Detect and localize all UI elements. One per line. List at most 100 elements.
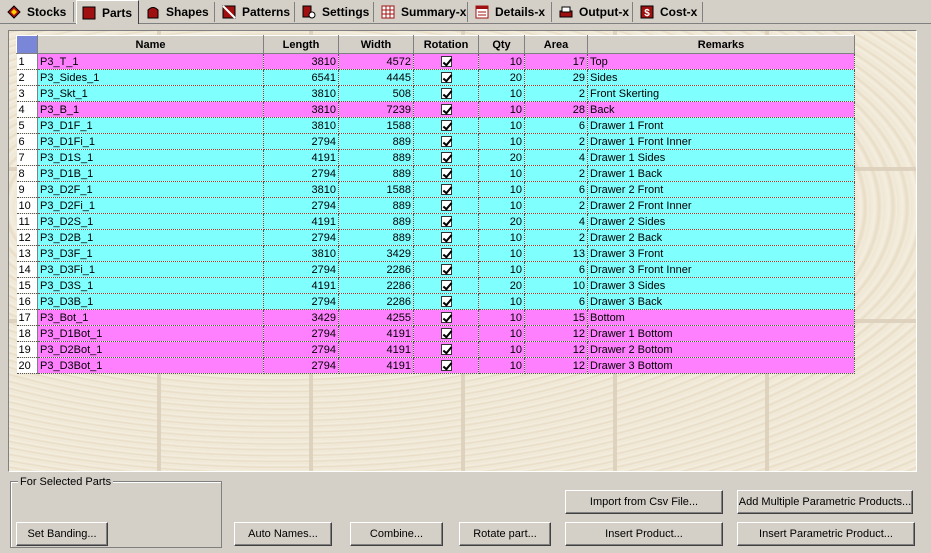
cell-name[interactable]: P3_D2S_1 [37, 213, 264, 230]
table-row[interactable]: 8 P3_D1B_1 2794 889 10 2 Drawer 1 Back [16, 165, 855, 182]
row-number[interactable]: 3 [16, 85, 38, 102]
tab-patterns[interactable]: Patterns [217, 2, 295, 22]
cell-area[interactable]: 6 [524, 117, 588, 134]
rotation-checkbox[interactable] [440, 328, 452, 340]
cell-area[interactable]: 2 [524, 165, 588, 182]
cell-length[interactable]: 3810 [263, 245, 339, 262]
tab-output[interactable]: Output-x [554, 2, 633, 22]
rotation-checkbox[interactable] [440, 296, 452, 308]
row-number[interactable]: 12 [16, 229, 38, 246]
cell-rotation[interactable] [413, 245, 479, 262]
cell-width[interactable]: 508 [338, 85, 414, 102]
cell-width[interactable]: 2286 [338, 277, 414, 294]
grid-corner[interactable] [16, 35, 38, 54]
cell-name[interactable]: P3_D1Fi_1 [37, 133, 264, 150]
cell-width[interactable]: 889 [338, 229, 414, 246]
cell-rotation[interactable] [413, 277, 479, 294]
cell-width[interactable]: 4191 [338, 341, 414, 358]
cell-length[interactable]: 2794 [263, 133, 339, 150]
cell-remarks[interactable]: Drawer 3 Front [587, 245, 855, 262]
column-header-width[interactable]: Width [338, 35, 414, 54]
cell-name[interactable]: P3_Sides_1 [37, 69, 264, 86]
rotation-checkbox[interactable] [440, 200, 452, 212]
rotation-checkbox[interactable] [440, 216, 452, 228]
cell-qty[interactable]: 10 [478, 261, 525, 278]
row-number[interactable]: 7 [16, 149, 38, 166]
row-number[interactable]: 6 [16, 133, 38, 150]
cell-area[interactable]: 13 [524, 245, 588, 262]
cell-area[interactable]: 6 [524, 261, 588, 278]
rotation-checkbox[interactable] [440, 248, 452, 260]
cell-length[interactable]: 3810 [263, 85, 339, 102]
table-row[interactable]: 20 P3_D3Bot_1 2794 4191 10 12 Drawer 3 Bottom [16, 357, 855, 374]
tab-parts[interactable]: Parts [76, 0, 139, 24]
rotation-checkbox[interactable] [440, 264, 452, 276]
cell-rotation[interactable] [413, 197, 479, 214]
cell-qty[interactable]: 10 [478, 229, 525, 246]
table-row[interactable]: 19 P3_D2Bot_1 2794 4191 10 12 Drawer 2 Bottom [16, 341, 855, 358]
cell-width[interactable]: 4445 [338, 69, 414, 86]
cell-remarks[interactable]: Drawer 3 Front Inner [587, 261, 855, 278]
cell-name[interactable]: P3_D3B_1 [37, 293, 264, 310]
cell-length[interactable]: 2794 [263, 261, 339, 278]
cell-qty[interactable]: 10 [478, 53, 525, 70]
cell-width[interactable]: 7239 [338, 101, 414, 118]
row-number[interactable]: 16 [16, 293, 38, 310]
table-row[interactable]: 16 P3_D3B_1 2794 2286 10 6 Drawer 3 Back [16, 293, 855, 310]
column-header-length[interactable]: Length [263, 35, 339, 54]
cell-name[interactable]: P3_D1B_1 [37, 165, 264, 182]
cell-qty[interactable]: 20 [478, 213, 525, 230]
cell-area[interactable]: 6 [524, 293, 588, 310]
table-row[interactable]: 14 P3_D3Fi_1 2794 2286 10 6 Drawer 3 Front Inn… [16, 261, 855, 278]
auto-names-button[interactable]: Auto Names... [234, 522, 332, 546]
cell-qty[interactable]: 20 [478, 277, 525, 294]
row-number[interactable]: 15 [16, 277, 38, 294]
cell-rotation[interactable] [413, 309, 479, 326]
cell-name[interactable]: P3_D1S_1 [37, 149, 264, 166]
cell-length[interactable]: 3810 [263, 117, 339, 134]
cell-width[interactable]: 1588 [338, 181, 414, 198]
rotation-checkbox[interactable] [440, 104, 452, 116]
cell-remarks[interactable]: Bottom [587, 309, 855, 326]
cell-qty[interactable]: 10 [478, 357, 525, 374]
cell-length[interactable]: 2794 [263, 357, 339, 374]
cell-length[interactable]: 2794 [263, 197, 339, 214]
row-number[interactable]: 2 [16, 69, 38, 86]
cell-area[interactable]: 6 [524, 181, 588, 198]
cell-length[interactable]: 3810 [263, 53, 339, 70]
cell-length[interactable]: 3810 [263, 181, 339, 198]
rotation-checkbox[interactable] [440, 168, 452, 180]
cell-length[interactable]: 2794 [263, 293, 339, 310]
cell-qty[interactable]: 10 [478, 325, 525, 342]
column-header-rotation[interactable]: Rotation [413, 35, 479, 54]
cell-remarks[interactable]: Drawer 2 Back [587, 229, 855, 246]
rotation-checkbox[interactable] [440, 360, 452, 372]
cell-rotation[interactable] [413, 341, 479, 358]
row-number[interactable]: 4 [16, 101, 38, 118]
cell-qty[interactable]: 10 [478, 293, 525, 310]
cell-width[interactable]: 889 [338, 213, 414, 230]
tab-cost[interactable]: $ Cost-x [635, 2, 703, 22]
cell-remarks[interactable]: Front Skerting [587, 85, 855, 102]
rotation-checkbox[interactable] [440, 72, 452, 84]
set-banding-button[interactable]: Set Banding... [16, 522, 108, 546]
cell-width[interactable]: 889 [338, 165, 414, 182]
cell-width[interactable]: 3429 [338, 245, 414, 262]
cell-name[interactable]: P3_D2B_1 [37, 229, 264, 246]
cell-length[interactable]: 4191 [263, 149, 339, 166]
cell-length[interactable]: 6541 [263, 69, 339, 86]
cell-width[interactable]: 4191 [338, 325, 414, 342]
row-number[interactable]: 9 [16, 181, 38, 198]
cell-length[interactable]: 4191 [263, 277, 339, 294]
cell-rotation[interactable] [413, 213, 479, 230]
cell-rotation[interactable] [413, 101, 479, 118]
tab-summary[interactable]: Summary-x [376, 2, 468, 22]
cell-rotation[interactable] [413, 357, 479, 374]
cell-name[interactable]: P3_Bot_1 [37, 309, 264, 326]
import-csv-button[interactable]: Import from Csv File... [565, 490, 723, 514]
cell-rotation[interactable] [413, 69, 479, 86]
cell-area[interactable]: 4 [524, 149, 588, 166]
cell-area[interactable]: 15 [524, 309, 588, 326]
cell-name[interactable]: P3_D1Bot_1 [37, 325, 264, 342]
cell-rotation[interactable] [413, 85, 479, 102]
